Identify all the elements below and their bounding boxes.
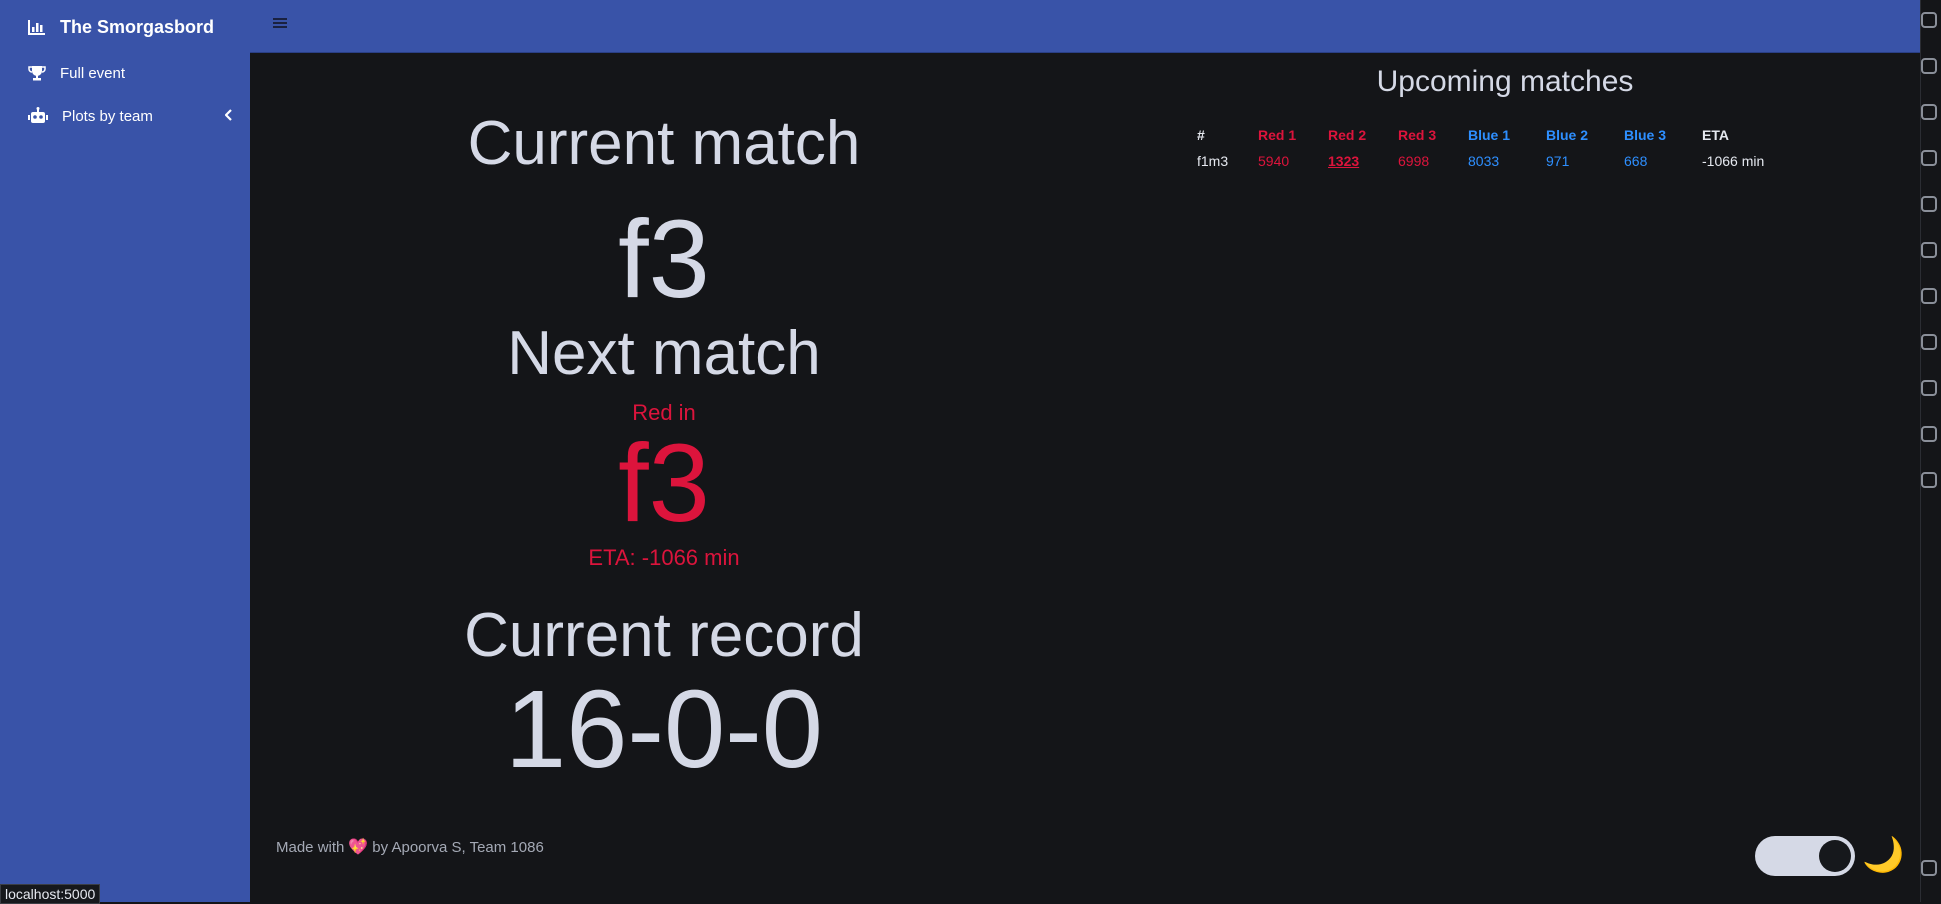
team-cell: 6998 [1398, 153, 1430, 169]
team-cell: 5940 [1258, 153, 1290, 169]
column-header: Blue 1 [1468, 127, 1511, 143]
sidebar-item-plots-by-team[interactable]: Plots by team [28, 101, 233, 131]
panel-icon[interactable] [1921, 380, 1937, 396]
heart-icon: 💖 [348, 839, 369, 856]
column-header: Blue 2 [1546, 127, 1589, 143]
current-match-heading: Current match [467, 109, 861, 178]
team-cell: 668 [1624, 153, 1648, 169]
brand-title: The Smorgasbord [60, 16, 215, 37]
sidebar-item-full-event[interactable]: Full event [28, 58, 233, 88]
bar-chart-icon [28, 19, 46, 35]
status-url: localhost:5000 [0, 884, 101, 904]
toggle-knob [1819, 840, 1851, 872]
team-cell: 971 [1546, 153, 1570, 169]
column-header: Red 2 [1328, 127, 1367, 143]
panel-icon[interactable] [1921, 472, 1937, 488]
next-match-value: f3 [618, 422, 710, 545]
panel-icon[interactable] [1921, 196, 1937, 212]
table-header-row: # Red 1 Red 2 Red 3 Blue 1 Blue 2 Blue 3… [1197, 122, 1782, 148]
team-cell-highlighted: 1323 [1328, 153, 1360, 169]
trophy-icon [28, 64, 46, 82]
current-match-value: f3 [618, 198, 710, 321]
current-record-heading: Current record [464, 601, 864, 670]
footer-credit: Made with 💖 by Apoorva S, Team 1086 [276, 837, 544, 857]
sidebar-item-label: Plots by team [62, 107, 153, 125]
column-header: # [1197, 127, 1205, 143]
moon-icon: 🌙 [1862, 835, 1905, 875]
panel-icon[interactable] [1921, 288, 1937, 304]
panel-icon[interactable] [1921, 334, 1937, 350]
column-header: ETA [1702, 127, 1729, 143]
hamburger-icon[interactable] [272, 15, 290, 33]
brand-link[interactable]: The Smorgasbord [28, 14, 214, 40]
match-id-cell: f1m3 [1197, 153, 1229, 169]
column-header: Red 1 [1258, 127, 1297, 143]
panel-icon[interactable] [1921, 860, 1937, 876]
panel-icon[interactable] [1921, 12, 1937, 28]
right-side-panel [1920, 0, 1941, 902]
footer-suffix: by Apoorva S, Team 1086 [372, 838, 544, 856]
current-record-value: 16-0-0 [505, 668, 823, 791]
next-match-heading: Next match [507, 319, 821, 388]
sidebar: The Smorgasbord Full event Plots by team [0, 0, 250, 902]
footer-prefix: Made with [276, 838, 345, 856]
robot-icon [28, 107, 48, 125]
panel-icon[interactable] [1921, 58, 1937, 74]
upcoming-matches-table: # Red 1 Red 2 Red 3 Blue 1 Blue 2 Blue 3… [1197, 122, 1782, 174]
upcoming-matches-title: Upcoming matches [1376, 65, 1634, 98]
table-row: f1m3 5940 1323 6998 8033 971 668 -1066 m… [1197, 148, 1782, 174]
column-header: Blue 3 [1624, 127, 1667, 143]
top-navbar [250, 0, 1920, 53]
eta-cell: -1066 min [1702, 153, 1765, 169]
panel-icon[interactable] [1921, 150, 1937, 166]
panel-icon[interactable] [1921, 104, 1937, 120]
sidebar-item-label: Full event [60, 64, 126, 82]
panel-icon[interactable] [1921, 242, 1937, 258]
chevron-left-icon[interactable] [224, 108, 233, 124]
team-cell: 8033 [1468, 153, 1500, 169]
theme-toggle[interactable] [1755, 836, 1855, 876]
next-match-eta: ETA: -1066 min [588, 545, 740, 570]
column-header: Red 3 [1398, 127, 1437, 143]
panel-icon[interactable] [1921, 426, 1937, 442]
